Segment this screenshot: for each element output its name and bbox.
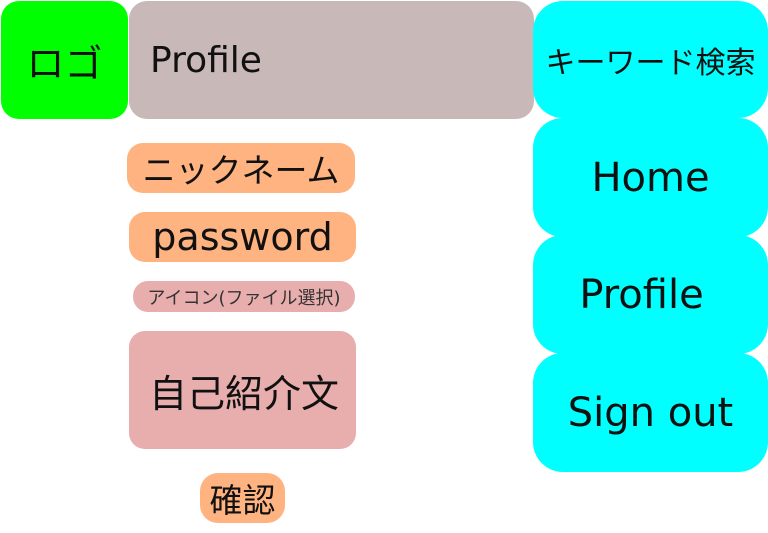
home-nav-button[interactable]: Home xyxy=(533,118,768,237)
logo[interactable]: ロゴ xyxy=(1,1,128,119)
confirm-button[interactable]: 確認 xyxy=(200,473,285,523)
password-field[interactable]: password xyxy=(129,212,356,262)
icon-file-select[interactable]: アイコン(ファイル選択) xyxy=(133,281,355,312)
profile-nav-button[interactable]: Profile xyxy=(533,235,768,354)
sign-out-button[interactable]: Sign out xyxy=(533,353,768,472)
bio-textarea[interactable]: 自己紹介文 xyxy=(129,331,356,449)
page-title: Profile xyxy=(129,1,534,119)
nickname-field[interactable]: ニックネーム xyxy=(127,143,355,193)
keyword-search-button[interactable]: キーワード検索 xyxy=(533,1,768,118)
